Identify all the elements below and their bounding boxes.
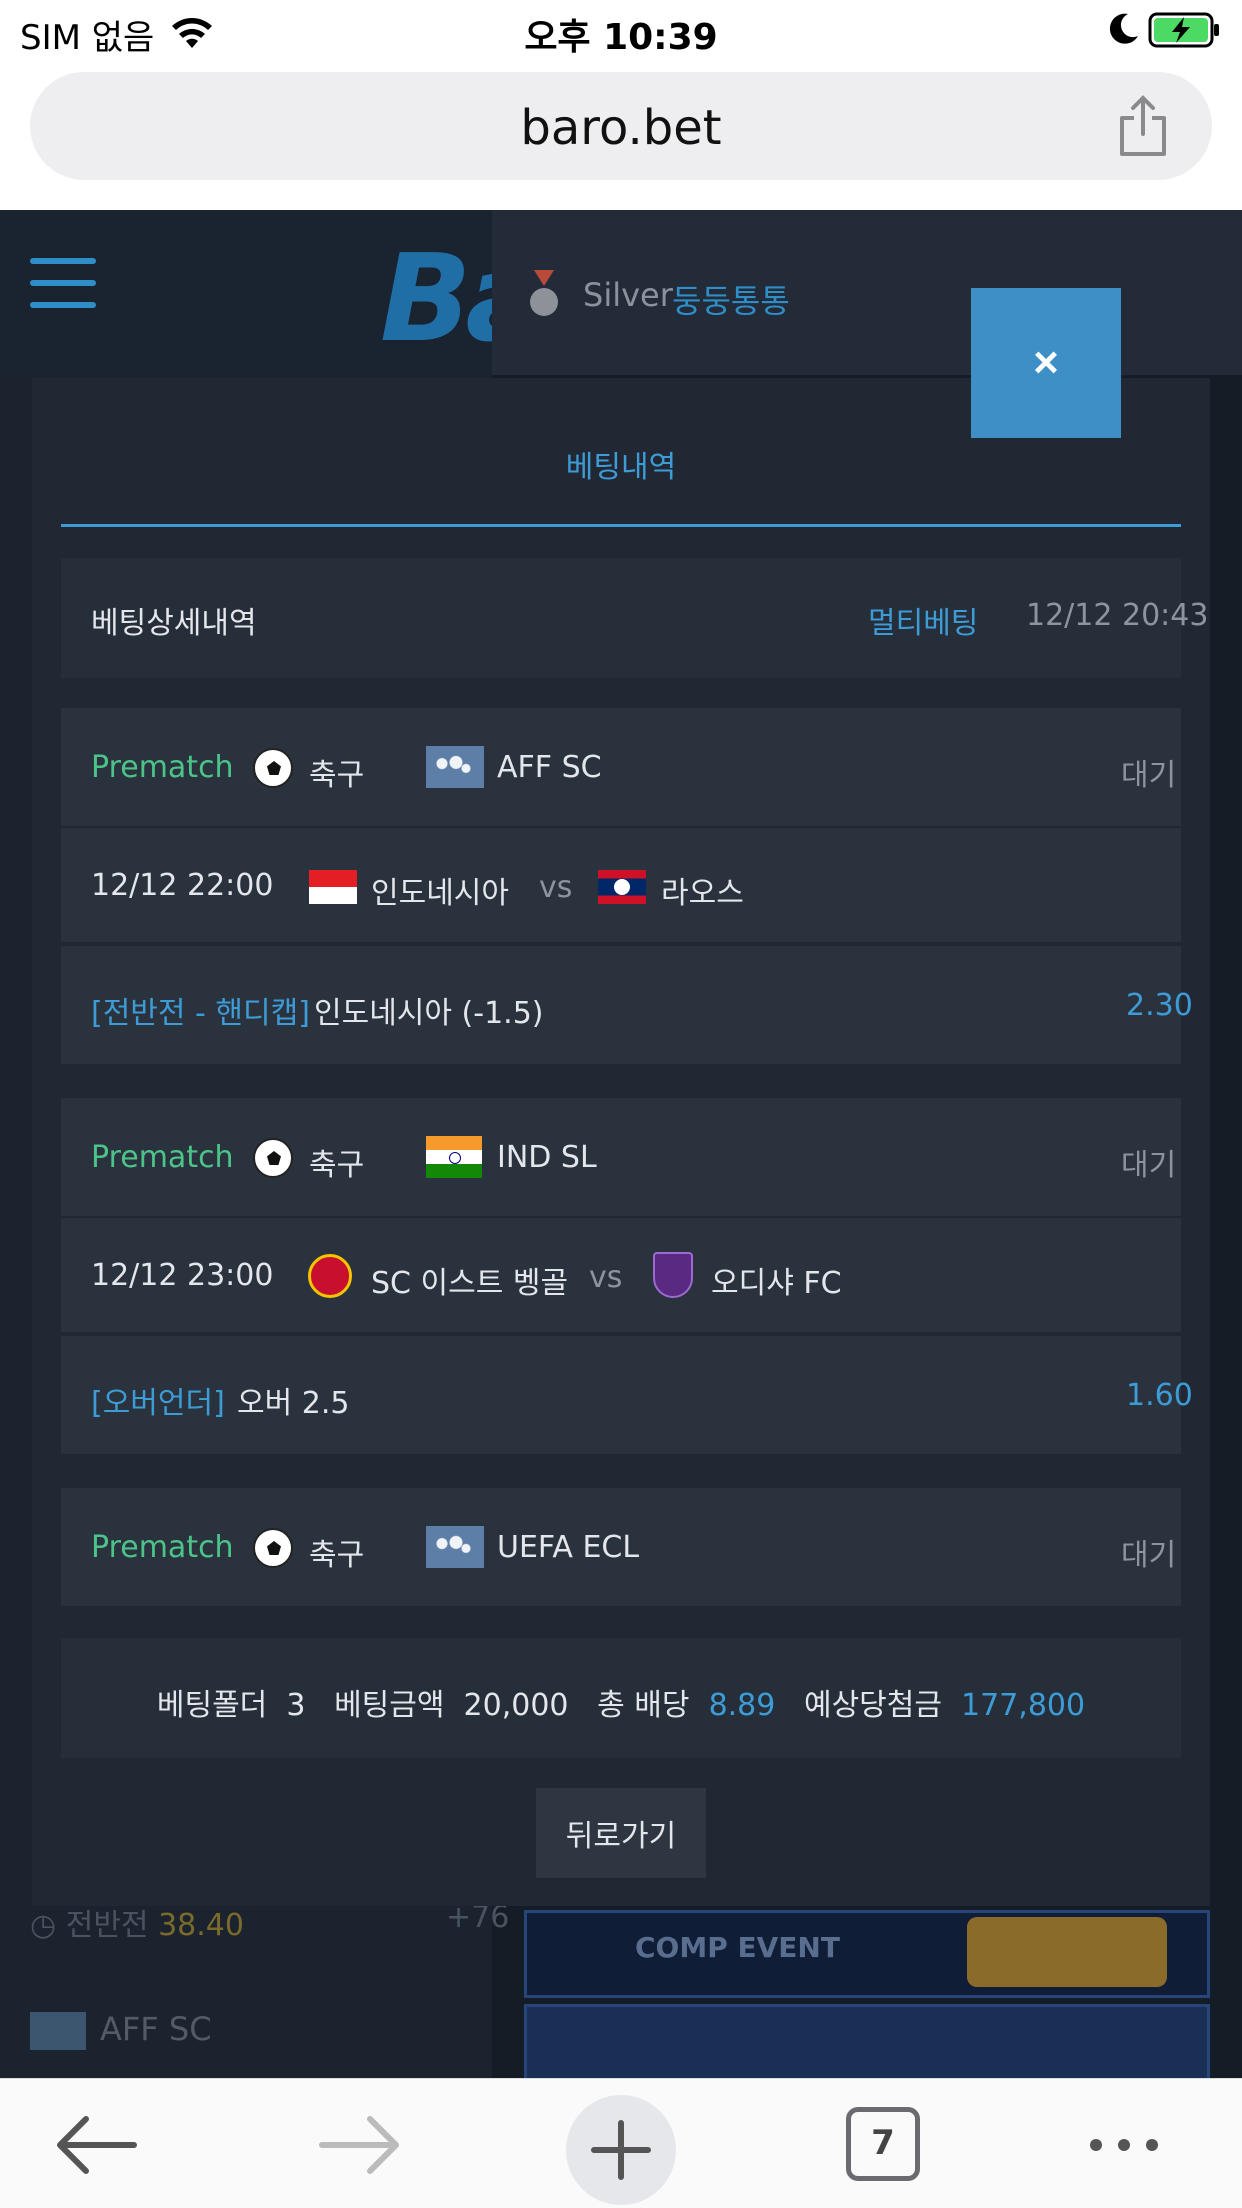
user-nickname[interactable]: 둥둥통통	[672, 276, 790, 322]
indonesia-flag-icon	[309, 870, 357, 904]
bet-category: Prematch	[91, 1140, 234, 1175]
total-odds-label: 총 배당	[597, 1688, 690, 1723]
bet-2-league-row: Prematch 축구 IND SL 대기	[61, 1098, 1181, 1216]
bet-pick: 인도네시아 (-1.5)	[314, 996, 544, 1031]
india-flag-icon	[426, 1136, 482, 1178]
bet-2-pick-row: [오버언더] 오버 2.5 1.60	[61, 1336, 1193, 1454]
match-datetime: 12/12 23:00	[91, 1258, 274, 1293]
bet-category: Prematch	[91, 750, 234, 785]
back-arrow-icon[interactable]	[46, 2105, 146, 2185]
bet-league: IND SL	[497, 1140, 597, 1175]
vs-label: vs	[539, 870, 573, 905]
status-bar: SIM 없음 오후 10:39	[0, 0, 1242, 62]
user-tier: Silver	[583, 276, 673, 314]
bet-history-modal: 베팅내역 베팅상세내역 멀티베팅 12/12 20:43 Prematch 축구…	[32, 378, 1210, 1906]
bet-status: 대기	[1121, 758, 1177, 793]
silver-medal-icon	[530, 270, 558, 316]
league-item[interactable]: AFF SC	[30, 2010, 212, 2050]
soccer-ball-icon	[253, 748, 293, 788]
world-map-icon	[30, 2012, 86, 2050]
bet-type: 멀티베팅	[868, 606, 979, 641]
away-team: 오디샤 FC	[711, 1266, 842, 1301]
tab-underline	[61, 524, 1181, 527]
menu-icon[interactable]	[30, 258, 96, 312]
bet-3-league-row: Prematch 축구 UEFA ECL 대기	[61, 1488, 1181, 1606]
bet-market: [전반전 - 핸디캡]	[91, 996, 310, 1031]
bet-datetime: 12/12 20:43	[1026, 598, 1209, 633]
bet-sport: 축구	[309, 1538, 365, 1573]
home-team: SC 이스트 벵골	[371, 1266, 569, 1301]
match-datetime: 12/12 22:00	[91, 868, 274, 903]
laos-flag-icon	[598, 870, 646, 904]
payout-value: 177,800	[961, 1688, 1086, 1723]
folder-label: 베팅폴더	[156, 1688, 268, 1723]
folder-value: 3	[286, 1688, 306, 1723]
vs-label: vs	[589, 1260, 623, 1295]
detail-header: 베팅상세내역 멀티베팅 12/12 20:43	[61, 558, 1208, 678]
browser-address-area: baro.bet	[0, 62, 1242, 210]
battery-charging-icon	[1148, 12, 1219, 48]
browser-toolbar: 7	[0, 2078, 1242, 2208]
odisha-crest-icon	[653, 1252, 693, 1298]
back-button[interactable]: 뒤로가기	[536, 1788, 706, 1878]
bet-status: 대기	[1121, 1538, 1177, 1573]
amount-value: 20,000	[463, 1688, 569, 1723]
detail-title: 베팅상세내역	[91, 606, 257, 641]
close-button[interactable]: ×	[971, 288, 1121, 438]
total-odds-value: 8.89	[708, 1688, 776, 1723]
bet-1-league-row: Prematch 축구 AFF SC 대기	[61, 708, 1181, 826]
east-bengal-crest-icon	[308, 1254, 352, 1298]
away-team: 라오스	[661, 876, 744, 911]
summary-line: 베팅폴더 3 베팅금액 20,000 총 배당 8.89 예상당첨금 177,8…	[61, 1680, 1181, 1724]
banner-text: COMP EVENT	[635, 1931, 840, 1964]
address-bar[interactable]: baro.bet	[30, 72, 1212, 180]
moon-icon	[1109, 13, 1138, 44]
bet-odds: 2.30	[1126, 988, 1193, 1023]
bet-pick: 오버 2.5	[237, 1386, 350, 1421]
soccer-ball-icon	[253, 1138, 293, 1178]
bet-sport: 축구	[309, 1148, 365, 1183]
share-icon[interactable]	[1116, 94, 1170, 158]
coins-graphic	[967, 1917, 1167, 1987]
bet-status: 대기	[1121, 1148, 1177, 1183]
event-banner[interactable]: COMP EVENT	[524, 1910, 1210, 1998]
url-text[interactable]: baro.bet	[30, 100, 1212, 156]
bet-league: AFF SC	[497, 750, 602, 785]
tabs-count-icon[interactable]: 7	[846, 2107, 920, 2181]
bet-1-pick-row: [전반전 - 핸디캡] 인도네시아 (-1.5) 2.30	[61, 946, 1193, 1064]
world-map-icon	[426, 1526, 484, 1568]
bet-category: Prematch	[91, 1530, 234, 1565]
more-options-icon[interactable]	[1074, 2105, 1174, 2185]
bet-league: UEFA ECL	[497, 1530, 640, 1565]
forward-arrow-icon[interactable]	[310, 2105, 410, 2185]
bet-2-match-row: 12/12 23:00 SC 이스트 벵골 vs 오디샤 FC	[61, 1218, 1181, 1332]
bet-summary: 베팅폴더 3 베팅금액 20,000 총 배당 8.89 예상당첨금 177,8…	[61, 1638, 1181, 1758]
bet-sport: 축구	[309, 758, 365, 793]
list-item[interactable]: ◷ 전반전 38.40	[30, 1900, 244, 1944]
amount-label: 베팅금액	[334, 1688, 445, 1723]
home-team: 인도네시아	[371, 876, 509, 911]
bet-1-match-row: 12/12 22:00 인도네시아 vs 라오스	[61, 828, 1181, 942]
promo-banner[interactable]	[524, 2004, 1210, 2078]
bet-odds: 1.60	[1126, 1378, 1193, 1413]
clock: 오후 10:39	[524, 17, 718, 58]
soccer-ball-icon	[253, 1528, 293, 1568]
payout-label: 예상당첨금	[803, 1688, 942, 1723]
world-map-icon	[426, 746, 484, 788]
bet-market: [오버언더]	[91, 1386, 225, 1421]
new-tab-plus-icon[interactable]	[566, 2095, 676, 2205]
